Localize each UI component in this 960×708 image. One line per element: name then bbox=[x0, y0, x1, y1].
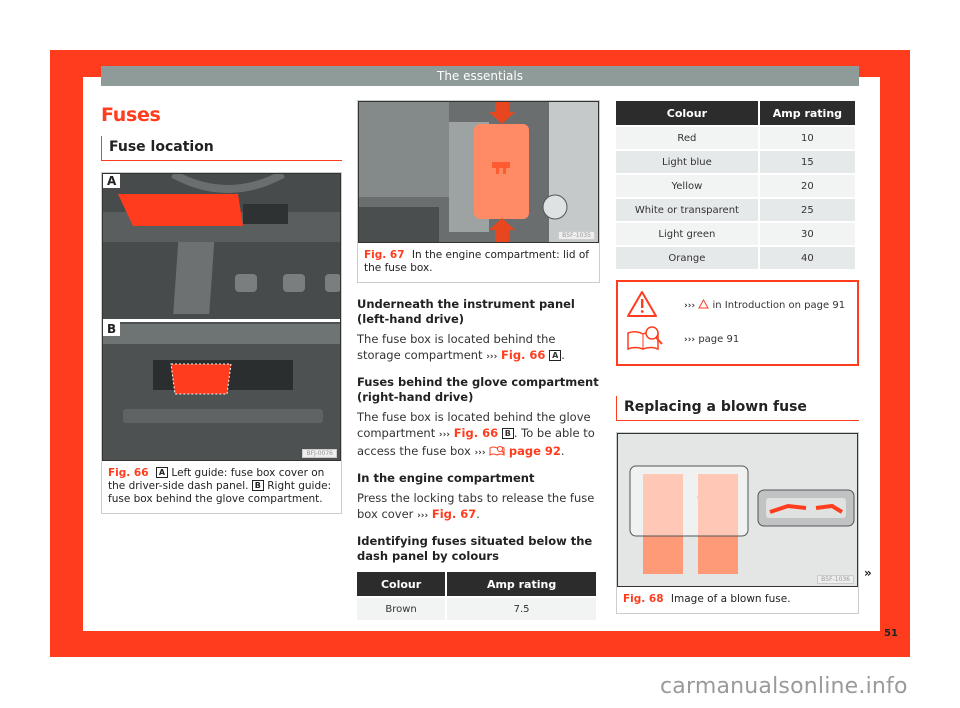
subheading-engine-compartment: In the engine compartment bbox=[357, 471, 535, 485]
figure-label: Fig. 66 bbox=[108, 467, 149, 479]
fuse-cover-highlight-a bbox=[118, 194, 243, 226]
cross-ref-arrows: ››› bbox=[438, 430, 451, 440]
fig67-link[interactable]: Fig. 67 bbox=[432, 507, 476, 521]
table-row: Light blue 15 bbox=[616, 151, 855, 173]
warning-reference-box: ››› in Introduction on page 91 ››› page … bbox=[616, 280, 859, 366]
subheading-left-hand-drive: Underneath the instrument panel (left-ha… bbox=[357, 297, 575, 326]
column-middle: B5F-1035 Fig. 67 In the engine compartme… bbox=[357, 86, 600, 622]
fuse-colour-table: Colour Amp rating Red 10 Light blue 15 Yel… bbox=[614, 99, 857, 271]
blown-fuse-illustration bbox=[618, 434, 857, 586]
column-header-colour: Colour bbox=[616, 101, 758, 125]
column-left: Fuses Fuse location A B BFJ-0076 Fig. 66… bbox=[101, 86, 342, 514]
fig68-photo: B5F-1036 bbox=[617, 433, 858, 587]
section-title: Fuses bbox=[101, 104, 161, 126]
small-warning-icon bbox=[698, 298, 710, 309]
figure-label: Fig. 67 bbox=[364, 249, 405, 261]
cell-colour: Orange bbox=[616, 247, 758, 269]
callout-letter-a: A bbox=[549, 350, 562, 361]
dashboard-illustration bbox=[103, 174, 340, 460]
column-header-colour: Colour bbox=[357, 572, 446, 596]
book-ref-text: page 91 bbox=[695, 333, 740, 345]
fig66-photo: A B BFJ-0076 bbox=[102, 173, 341, 461]
watermark: carmanualsonline.info bbox=[660, 674, 908, 699]
section-heading-replacing-fuse: Replacing a blown fuse bbox=[616, 396, 859, 421]
figure-label: Fig. 68 bbox=[623, 593, 664, 605]
fuse-box-highlight-b bbox=[170, 363, 232, 395]
figure-code: BFJ-0076 bbox=[302, 449, 337, 458]
photo-label-b: B bbox=[103, 322, 121, 336]
paragraph-left-hand-drive: The fuse box is located behind the stora… bbox=[357, 332, 565, 362]
fuse-colour-table-small: Colour Amp rating Brown 7.5 bbox=[355, 570, 598, 622]
cell-colour: Light blue bbox=[616, 151, 758, 173]
cell-amp: 20 bbox=[759, 175, 855, 197]
cell-amp: 15 bbox=[759, 151, 855, 173]
fig67-caption: Fig. 67 In the engine compartment: lid o… bbox=[358, 243, 599, 282]
cross-ref-arrows: ››› bbox=[486, 352, 498, 362]
table-row: Red 10 bbox=[616, 127, 855, 149]
cross-ref-arrows: ››› bbox=[474, 448, 486, 458]
callout-letter-b: B bbox=[501, 428, 514, 439]
column-header-amp-rating: Amp rating bbox=[447, 572, 596, 596]
column-header-amp-rating: Amp rating bbox=[759, 101, 855, 125]
fig67-photo: B5F-1035 bbox=[358, 101, 599, 243]
para-text: Press the locking tabs to release the fu… bbox=[357, 491, 595, 521]
figure-code: B5F-1035 bbox=[558, 231, 595, 240]
figure-67: B5F-1035 Fig. 67 In the engine compartme… bbox=[357, 100, 600, 283]
chapter-header: The essentials bbox=[101, 66, 859, 86]
table-row: Yellow 20 bbox=[616, 175, 855, 197]
fig66-link[interactable]: Fig. 66 bbox=[454, 426, 498, 440]
column-right: Colour Amp rating Red 10 Light blue 15 Yel… bbox=[616, 86, 859, 614]
caption-text: Image of a blown fuse. bbox=[670, 593, 791, 605]
fuse-box-lid bbox=[474, 124, 529, 219]
figure-68: B5F-1036 Fig. 68 Image of a blown fuse. bbox=[616, 432, 859, 614]
warning-ref-text: in Introduction on page 91 bbox=[709, 300, 846, 311]
cross-ref-arrows: ››› bbox=[684, 334, 696, 345]
table-row: Brown 7.5 bbox=[357, 598, 596, 620]
fig66-link[interactable]: Fig. 66 bbox=[501, 348, 545, 362]
table-row: Light green 30 bbox=[616, 223, 855, 245]
table-row: Orange 40 bbox=[616, 247, 855, 269]
page-91-link[interactable]: ››› page 91 bbox=[684, 334, 739, 345]
paragraph-engine-compartment: Press the locking tabs to release the fu… bbox=[357, 491, 595, 521]
cell-amp: 40 bbox=[759, 247, 855, 269]
section-subtitle: Fuse location bbox=[101, 136, 342, 161]
figure-code: B5F-1036 bbox=[817, 575, 854, 584]
cell-colour: Yellow bbox=[616, 175, 758, 197]
table-row: White or transparent 25 bbox=[616, 199, 855, 221]
cross-ref-arrows: ››› bbox=[684, 301, 696, 311]
photo-label-a: A bbox=[103, 174, 121, 188]
introduction-page-91-link[interactable]: ››› in Introduction on page 91 bbox=[684, 298, 846, 311]
subheading-right-hand-drive: Fuses behind the glove compartment (righ… bbox=[357, 375, 599, 404]
page-92-link[interactable]: page 92 bbox=[509, 444, 561, 458]
cell-colour: Brown bbox=[357, 598, 446, 620]
fig68-caption: Fig. 68 Image of a blown fuse. bbox=[617, 587, 858, 613]
book-search-icon bbox=[489, 446, 506, 456]
callout-letter-b: B bbox=[251, 480, 264, 491]
cell-amp: 10 bbox=[759, 127, 855, 149]
warning-triangle-icon bbox=[627, 290, 657, 317]
callout-letter-a: A bbox=[155, 467, 169, 478]
engine-compartment-illustration bbox=[359, 102, 598, 242]
cross-ref-arrows: ››› bbox=[417, 511, 429, 521]
continued-marker: » bbox=[864, 566, 872, 580]
cell-amp: 25 bbox=[759, 199, 855, 221]
book-reference-row: ››› page 91 bbox=[626, 322, 849, 356]
book-search-icon bbox=[627, 325, 663, 350]
cell-colour: Red bbox=[616, 127, 758, 149]
cell-amp: 7.5 bbox=[447, 598, 596, 620]
cell-colour: Light green bbox=[616, 223, 758, 245]
fig66-caption: Fig. 66 A Left guide: fuse box cover on … bbox=[102, 461, 341, 513]
paragraph-right-hand-drive: The fuse box is located behind the glove… bbox=[357, 410, 595, 458]
cell-colour: White or transparent bbox=[616, 199, 758, 221]
warning-row: ››› in Introduction on page 91 bbox=[626, 288, 849, 322]
subheading-identifying-fuses: Identifying fuses situated below the das… bbox=[357, 534, 593, 563]
page-number: 51 bbox=[884, 628, 898, 639]
cell-amp: 30 bbox=[759, 223, 855, 245]
figure-66: A B BFJ-0076 Fig. 66 A Left guide: fuse … bbox=[101, 172, 342, 514]
